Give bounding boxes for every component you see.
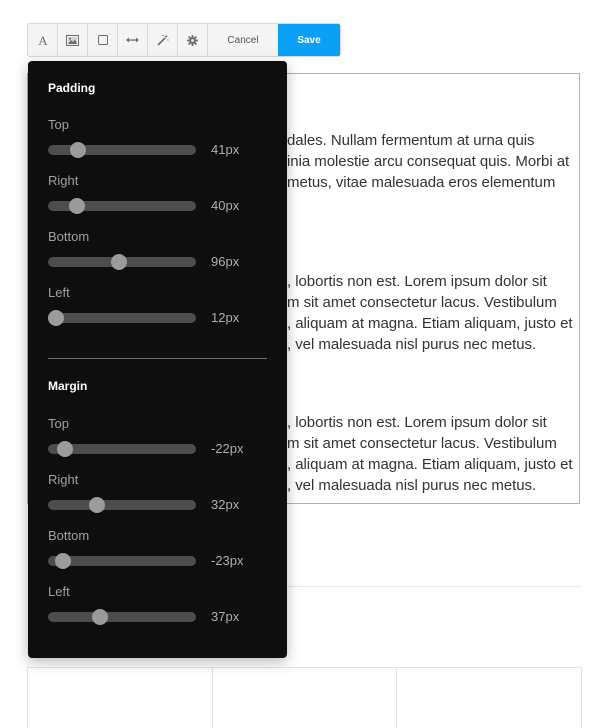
spacing-button[interactable] <box>118 24 148 56</box>
grid-column[interactable] <box>27 668 212 728</box>
gear-icon <box>187 34 198 46</box>
border-button[interactable] <box>88 24 118 56</box>
slider-handle[interactable] <box>55 553 72 569</box>
magic-wand-icon <box>156 34 169 46</box>
padding-bottom-slider[interactable] <box>48 254 196 270</box>
grid-column[interactable] <box>396 668 583 728</box>
typography-button[interactable]: A <box>28 24 58 56</box>
text-line: m sit amet consectetur lacus. Vestibulum <box>287 294 557 311</box>
text-line: , lobortis non est. Lorem ipsum dolor si… <box>287 414 547 431</box>
field-label: Bottom <box>48 528 90 543</box>
text-line: , vel malesuada nisl purus nec metus. <box>287 477 537 494</box>
svg-text:A: A <box>38 34 48 46</box>
cancel-button[interactable]: Cancel <box>208 24 278 56</box>
padding-top-slider[interactable] <box>48 142 196 158</box>
slider-handle[interactable] <box>48 310 64 326</box>
slider-value: -22px <box>211 441 244 456</box>
padding-left-slider[interactable] <box>48 310 196 326</box>
settings-button[interactable] <box>178 24 208 56</box>
field-label: Left <box>48 285 70 300</box>
field-label: Right <box>48 472 79 487</box>
slider-value: 40px <box>211 198 240 213</box>
slider-value: 12px <box>211 310 240 325</box>
field-label: Bottom <box>48 229 90 244</box>
field-label: Top <box>48 416 69 431</box>
effects-button[interactable] <box>148 24 178 56</box>
text-line: metus, vitae malesuada eros elementum <box>287 174 556 191</box>
image-button[interactable] <box>58 24 88 56</box>
panel-divider <box>48 358 267 359</box>
margin-heading: Margin <box>48 379 88 393</box>
slider-handle[interactable] <box>70 142 87 158</box>
border-icon <box>97 35 108 45</box>
margin-bottom-slider[interactable] <box>48 553 196 569</box>
editor-toolbar: A Cancel Save <box>27 23 341 57</box>
text-line: , vel malesuada nisl purus nec metus. <box>287 336 537 353</box>
text-line: , aliquam at magna. Etiam aliquam, justo… <box>287 315 573 332</box>
slider-value: 41px <box>211 142 240 157</box>
text-line: inia molestie arcu consequat quis. Morbi… <box>287 153 570 170</box>
text-line: , aliquam at magna. Etiam aliquam, justo… <box>287 456 573 473</box>
slider-handle[interactable] <box>69 198 86 214</box>
spacing-icon <box>126 37 139 43</box>
margin-left-slider[interactable] <box>48 609 196 625</box>
image-icon <box>66 34 79 46</box>
text-line: , lobortis non est. Lorem ipsum dolor si… <box>287 273 547 290</box>
slider-value: -23px <box>211 553 244 568</box>
field-label: Left <box>48 584 70 599</box>
slider-value: 32px <box>211 497 240 512</box>
spacing-panel: Padding Top 41px Right 40px Bottom 96px … <box>28 61 287 658</box>
field-label: Top <box>48 117 69 132</box>
typography-icon: A <box>37 34 49 46</box>
padding-right-slider[interactable] <box>48 198 196 214</box>
margin-right-slider[interactable] <box>48 497 196 513</box>
slider-handle[interactable] <box>91 609 108 625</box>
slider-value: 96px <box>211 254 240 269</box>
column-grid <box>27 667 583 728</box>
grid-column[interactable] <box>211 668 397 728</box>
margin-top-slider[interactable] <box>48 441 196 457</box>
slider-value: 37px <box>211 609 240 624</box>
slider-handle[interactable] <box>88 497 105 513</box>
slider-handle[interactable] <box>111 254 128 270</box>
field-label: Right <box>48 173 79 188</box>
padding-heading: Padding <box>48 81 96 95</box>
slider-handle[interactable] <box>57 441 74 457</box>
text-line: m sit amet consectetur lacus. Vestibulum <box>287 435 557 452</box>
text-line: dales. Nullam fermentum at urna quis <box>287 132 535 149</box>
save-button[interactable]: Save <box>278 24 340 56</box>
